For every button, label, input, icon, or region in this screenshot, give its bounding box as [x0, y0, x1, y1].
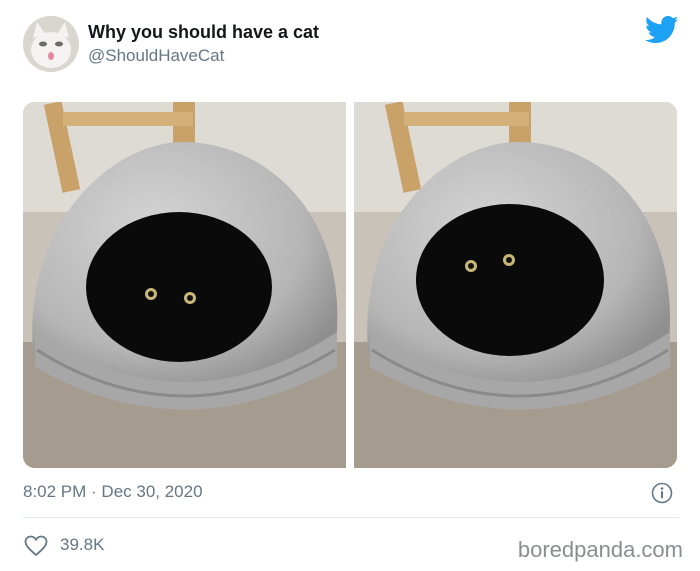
tweet-timestamp[interactable]: 8:02 PM · Dec 30, 2020 [23, 482, 203, 502]
heart-icon[interactable] [24, 535, 48, 557]
display-name[interactable]: Why you should have a cat [88, 22, 319, 43]
divider [23, 517, 679, 518]
cat-bed-photo [23, 102, 346, 468]
twitter-bird-icon[interactable] [645, 15, 679, 45]
cat-bed-photo [354, 102, 677, 468]
like-count[interactable]: 39.8K [60, 535, 104, 555]
avatar-cat-image [23, 16, 79, 72]
avatar[interactable] [23, 16, 79, 72]
watermark: boredpanda.com [517, 537, 683, 562]
info-icon[interactable] [651, 482, 673, 504]
user-handle[interactable]: @ShouldHaveCat [88, 46, 224, 66]
photo-divider [346, 102, 354, 468]
tweet-photo-2[interactable] [354, 102, 677, 468]
tweet-photo-1[interactable] [23, 102, 346, 468]
